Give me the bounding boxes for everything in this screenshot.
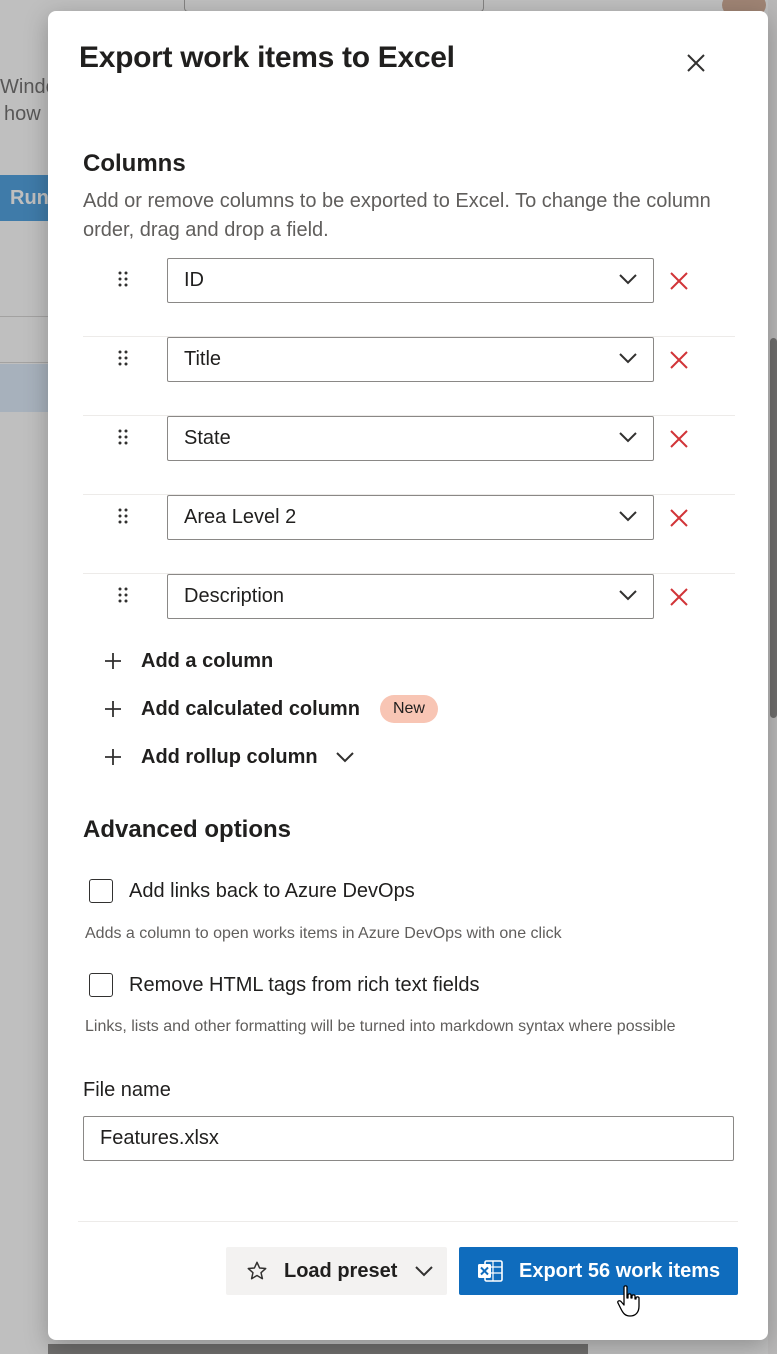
remove-column-button[interactable] — [668, 349, 690, 371]
remove-x-icon — [670, 588, 688, 606]
star-icon — [247, 1261, 267, 1280]
drag-handle-icon[interactable] — [118, 508, 128, 524]
remove-column-button[interactable] — [668, 270, 690, 292]
column-row: Area Level 2 — [83, 495, 735, 574]
remove-x-icon — [670, 509, 688, 527]
remove-column-button[interactable] — [668, 507, 690, 529]
chevron-down-icon — [619, 432, 637, 443]
export-label: Export 56 work items — [519, 1259, 721, 1282]
drag-handle-icon[interactable] — [118, 350, 128, 366]
background-horizontal-scrollbar — [48, 1344, 588, 1354]
excel-icon — [478, 1260, 503, 1282]
columns-description: Add or remove columns to be exported to … — [83, 190, 711, 241]
column-select-value: ID — [184, 269, 204, 291]
advanced-options-title: Advanced options — [83, 816, 292, 843]
column-select-value: Area Level 2 — [184, 506, 297, 528]
chevron-down-icon — [619, 274, 637, 285]
links-back-hint: Adds a column to open works items in Azu… — [85, 925, 562, 942]
remove-html-checkbox-row[interactable]: Remove HTML tags from rich text fields — [89, 973, 479, 997]
drag-handle-icon[interactable] — [118, 271, 128, 287]
chevron-down-icon — [619, 353, 637, 364]
close-button[interactable] — [680, 47, 712, 79]
chevron-down-icon — [619, 590, 637, 601]
add-column-button[interactable]: Add a column — [103, 646, 273, 676]
column-select[interactable]: ID — [167, 258, 654, 303]
new-badge: New — [379, 695, 438, 723]
remove-html-label: Remove HTML tags from rich text fields — [129, 973, 480, 996]
remove-x-icon — [670, 272, 688, 290]
remove-x-icon — [670, 351, 688, 369]
chevron-down-icon — [335, 752, 354, 763]
plus-icon — [105, 749, 121, 765]
load-preset-label: Load preset — [284, 1259, 398, 1282]
export-dialog: Export work items to Excel Columns Add o… — [48, 11, 768, 1340]
dialog-title: Export work items to Excel — [79, 41, 455, 74]
drag-handle-icon[interactable] — [118, 587, 128, 603]
remove-column-button[interactable] — [668, 586, 690, 608]
export-button[interactable]: Export 56 work items — [459, 1247, 738, 1295]
add-column-label: Add a column — [141, 649, 274, 672]
column-row: Description — [83, 574, 735, 653]
remove-html-hint: Links, lists and other formatting will b… — [85, 1018, 676, 1035]
drag-handle-icon[interactable] — [118, 429, 128, 445]
column-select[interactable]: Title — [167, 337, 654, 382]
file-name-label: File name — [83, 1079, 171, 1101]
column-select[interactable]: State — [167, 416, 654, 461]
column-select[interactable]: Description — [167, 574, 654, 619]
column-row: Title — [83, 337, 735, 416]
hand-cursor-icon — [617, 1285, 640, 1317]
column-select-value: State — [184, 427, 231, 449]
column-row: ID — [83, 258, 735, 337]
footer-divider — [78, 1221, 738, 1222]
add-calculated-column-button[interactable]: Add calculated column New — [103, 694, 438, 724]
add-calculated-column-label: Add calculated column — [141, 697, 360, 720]
column-row: State — [83, 416, 735, 495]
links-back-label: Add links back to Azure DevOps — [129, 879, 415, 902]
plus-icon — [105, 701, 121, 717]
background-text: how — [4, 103, 41, 125]
remove-x-icon — [670, 430, 688, 448]
close-icon — [687, 54, 705, 72]
columns-section-title: Columns — [83, 150, 186, 177]
background-scrollbar — [770, 338, 777, 718]
remove-html-checkbox[interactable] — [89, 973, 113, 997]
column-select-value: Title — [184, 348, 222, 370]
links-back-checkbox[interactable] — [89, 879, 113, 903]
chevron-down-icon — [619, 511, 637, 522]
file-name-input[interactable] — [83, 1116, 734, 1161]
chevron-down-icon — [415, 1266, 434, 1277]
remove-column-button[interactable] — [668, 428, 690, 450]
plus-icon — [105, 653, 121, 669]
load-preset-button[interactable]: Load preset — [226, 1247, 447, 1295]
column-select-value: Description — [184, 585, 285, 607]
add-rollup-column-label: Add rollup column — [141, 745, 318, 768]
column-select[interactable]: Area Level 2 — [167, 495, 654, 540]
links-back-checkbox-row[interactable]: Add links back to Azure DevOps — [89, 879, 415, 903]
add-rollup-column-button[interactable]: Add rollup column — [103, 742, 354, 772]
